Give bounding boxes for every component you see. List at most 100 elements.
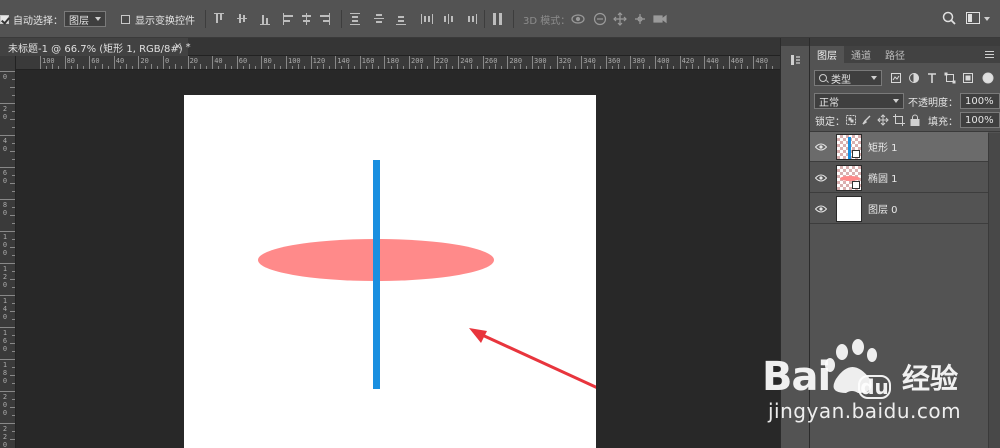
- fill-label: 填充：: [928, 116, 958, 128]
- ruler-minor-tick: [101, 64, 103, 69]
- auto-select-label: 自动选择：: [13, 15, 63, 27]
- panel-header-strip[interactable]: [810, 38, 1000, 46]
- filter-smart-object-icon: [963, 73, 973, 83]
- workspace-dropdown[interactable]: [984, 11, 990, 27]
- visibility-eye-icon[interactable]: [810, 194, 832, 224]
- align-top-icon: [214, 13, 224, 23]
- tab-channels[interactable]: 通道: [844, 46, 878, 63]
- search-icon[interactable]: [942, 11, 956, 25]
- ruler-tick: [458, 56, 460, 69]
- layer-row-background[interactable]: 图层 0: [810, 194, 988, 224]
- ruler-tick: [0, 327, 15, 328]
- ruler-label: 1 6 0: [2, 329, 8, 353]
- ruler-minor-tick: [402, 66, 404, 69]
- show-transform-checkbox[interactable]: 显示变换控件: [121, 11, 195, 27]
- rectangle-shape[interactable]: [373, 160, 380, 389]
- ruler-tick: [0, 103, 15, 104]
- tab-layers[interactable]: 图层: [810, 46, 844, 63]
- ruler-label: 80: [66, 57, 76, 65]
- 3d-mode-label: 3D 模式：: [523, 15, 571, 27]
- horizontal-ruler[interactable]: 100 80 60 40 20 0 20 40 60 80 100 120 140 160 180 200 22…: [16, 56, 780, 70]
- ruler-minor-tick: [667, 64, 669, 69]
- chevron-down-icon: [893, 99, 899, 103]
- ruler-minor-tick: [513, 66, 515, 69]
- ruler-minor-tick: [199, 64, 201, 69]
- ruler-minor-tick: [12, 319, 15, 320]
- ruler-minor-tick: [95, 66, 97, 69]
- distribute-spacing-icon[interactable]: [491, 12, 505, 26]
- show-transform-check-icon: [121, 14, 130, 24]
- ruler-tick: [64, 56, 66, 69]
- layer-filter-dropdown[interactable]: 类型: [814, 70, 882, 86]
- ruler-minor-tick: [10, 343, 15, 344]
- ruler-tick: [0, 295, 15, 296]
- ruler-minor-tick: [501, 66, 503, 69]
- ruler-label: 2 0 0: [2, 393, 8, 417]
- fill-input[interactable]: 100%: [960, 112, 1000, 128]
- ruler-minor-tick: [365, 66, 367, 69]
- ruler-tick: [310, 56, 312, 69]
- ruler-tick: [556, 56, 558, 69]
- ruler-tick: [581, 56, 583, 69]
- visibility-eye-icon[interactable]: [810, 163, 832, 193]
- ruler-label: 20: [189, 57, 199, 65]
- auto-select-checkbox[interactable]: 自动选择：: [0, 11, 63, 27]
- lock-fill-row: 锁定： 填充： 100%: [810, 109, 1000, 131]
- layer-filter-value: 类型: [831, 74, 851, 86]
- ruler-minor-tick: [76, 64, 78, 69]
- brand-cn: 经验: [902, 362, 959, 395]
- document-canvas[interactable]: [184, 95, 596, 448]
- ruler-minor-tick: [218, 66, 220, 69]
- layer-thumbnail: [836, 133, 862, 160]
- artwork: [258, 160, 596, 389]
- dock-header[interactable]: [781, 38, 809, 46]
- blend-mode-value: 正常: [819, 97, 839, 109]
- history-icon[interactable]: [790, 54, 802, 66]
- vertical-ruler[interactable]: 0 2 0 4 0 6 0 8 0 1 0 0 1 2 0 1 4 0 1 6 0 1 8 0 2 …: [0, 56, 16, 448]
- ruler-minor-tick: [568, 64, 570, 69]
- align-right-icon: [320, 13, 330, 25]
- ruler-label: 1 2 0: [2, 265, 8, 289]
- document-tab[interactable]: 未标题-1 @ 66.7% (矩形 1, RGB/8#) * ×: [0, 38, 191, 56]
- ruler-label: 1 4 0: [2, 297, 8, 321]
- ruler-minor-tick: [562, 66, 564, 69]
- opacity-input[interactable]: 100%: [960, 93, 1000, 109]
- shape-layer-icon: [852, 180, 860, 189]
- ruler-minor-tick: [12, 255, 15, 256]
- ruler-tick: [630, 56, 632, 69]
- ruler-minor-tick: [316, 66, 318, 69]
- ruler-minor-tick: [12, 143, 15, 144]
- ruler-tick: [138, 56, 140, 69]
- tab-paths[interactable]: 路径: [878, 46, 912, 63]
- ruler-minor-tick: [107, 66, 109, 69]
- ruler-minor-tick: [390, 66, 392, 69]
- ruler-minor-tick: [83, 66, 85, 69]
- ruler-minor-tick: [12, 175, 15, 176]
- ruler-minor-tick: [593, 64, 595, 69]
- blend-mode-dropdown[interactable]: 正常: [814, 93, 904, 109]
- ruler-tick: [0, 231, 15, 232]
- ruler-minor-tick: [255, 66, 257, 69]
- align-edges-group: [214, 13, 330, 25]
- visibility-eye-icon[interactable]: [810, 132, 832, 162]
- ruler-minor-tick: [58, 66, 60, 69]
- ruler-minor-tick: [10, 247, 15, 248]
- layer-row-ellipse[interactable]: 椭圆 1: [810, 163, 988, 193]
- close-icon[interactable]: ×: [174, 41, 182, 52]
- workspace-icon[interactable]: [966, 12, 980, 24]
- ruler-minor-tick: [10, 183, 15, 184]
- ruler-tick: [655, 56, 656, 69]
- auto-select-target-dropdown[interactable]: 图层: [64, 11, 106, 27]
- ruler-minor-tick: [599, 66, 601, 69]
- ruler-minor-tick: [747, 66, 749, 69]
- opacity-value: 100%: [965, 95, 994, 107]
- canvas-area[interactable]: [17, 71, 780, 448]
- ruler-minor-tick: [46, 66, 48, 69]
- layer-row-rectangle[interactable]: 矩形 1: [810, 132, 988, 162]
- ruler-minor-tick: [347, 64, 349, 69]
- panel-menu-icon[interactable]: [985, 51, 994, 60]
- ruler-minor-tick: [10, 407, 15, 408]
- ruler-minor-tick: [618, 64, 620, 69]
- ruler-minor-tick: [691, 64, 693, 69]
- ruler-minor-tick: [685, 66, 687, 69]
